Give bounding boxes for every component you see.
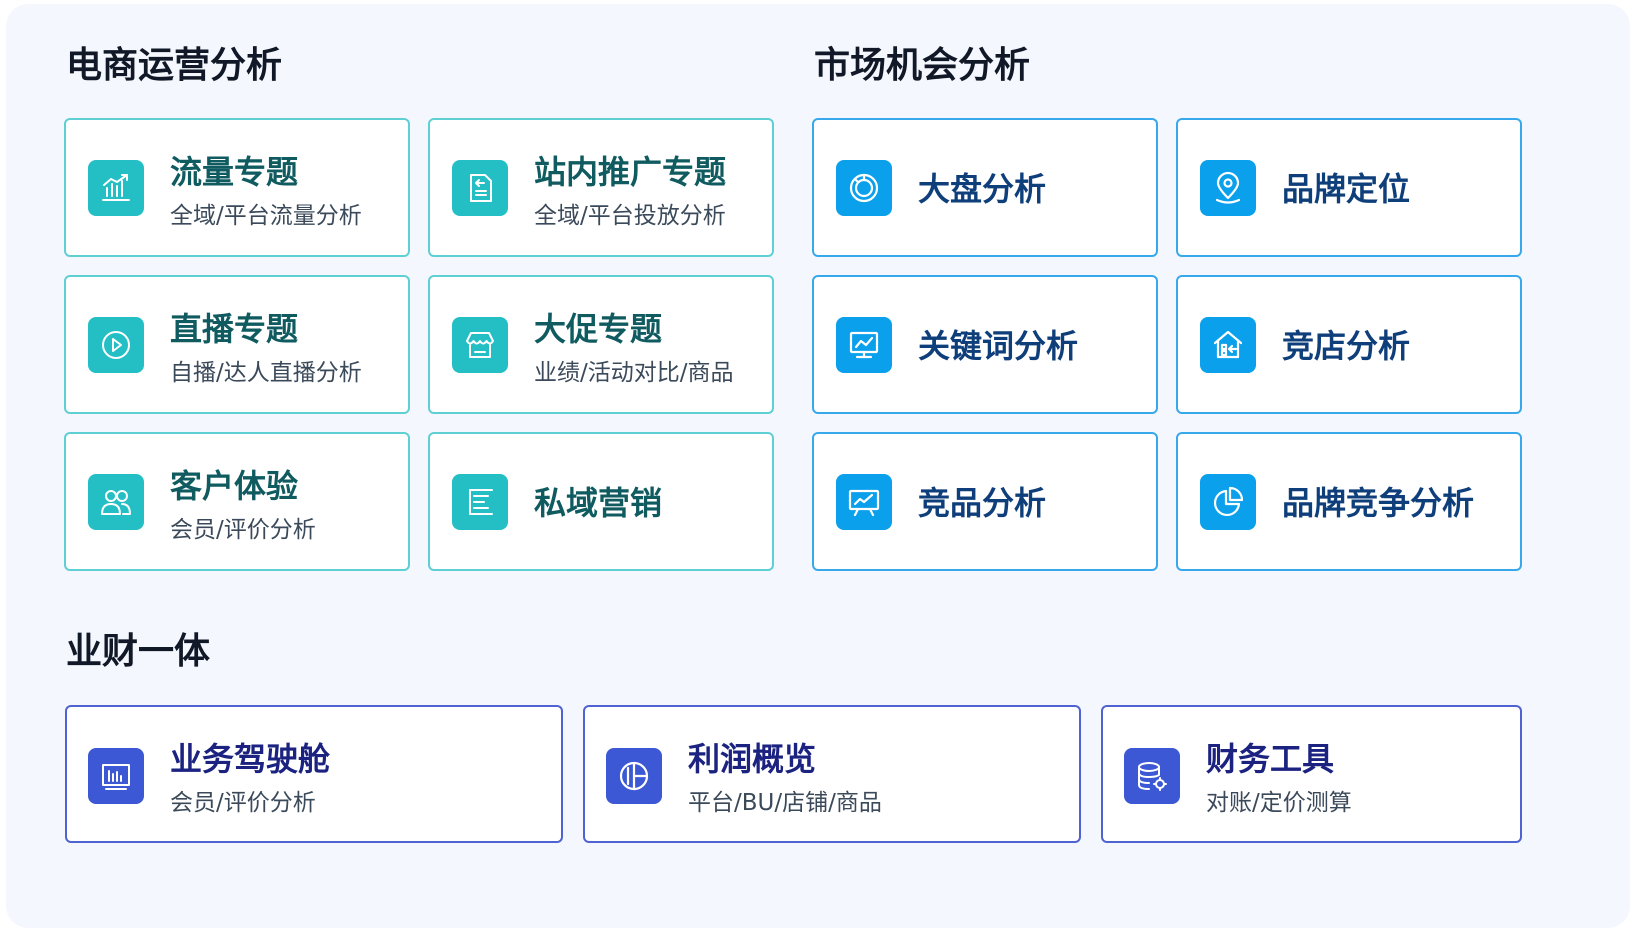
card-title: 竞店分析 <box>1282 327 1411 365</box>
play-icon <box>88 317 144 373</box>
card-title: 直播专题 <box>170 310 299 348</box>
card-traffic-topic[interactable]: 流量专题 全域/平台流量分析 <box>64 118 410 257</box>
section-title-market: 市场机会分析 <box>814 45 1031 86</box>
database-gear-icon <box>1124 748 1180 804</box>
location-pin-icon <box>1200 160 1256 216</box>
bar-chart-icon <box>88 160 144 216</box>
card-subtitle: 全域/平台流量分析 <box>170 203 362 229</box>
card-subtitle: 全域/平台投放分析 <box>534 203 726 229</box>
card-customer-experience[interactable]: 客户体验 会员/评价分析 <box>64 432 410 571</box>
card-title: 流量专题 <box>170 153 299 191</box>
card-private-marketing[interactable]: 私域营销 <box>428 432 774 571</box>
analysis-menu-panel: 电商运营分析 流量专题 全域/平台流量分析 站内推广专题 全域/平台投放分析 直… <box>6 4 1630 928</box>
card-title: 关键词分析 <box>918 327 1079 365</box>
pie-chart-icon <box>1200 474 1256 530</box>
section-title-ecommerce: 电商运营分析 <box>66 45 283 86</box>
section-title-finance: 业财一体 <box>66 631 211 672</box>
card-profit-overview[interactable]: 利润概览 平台/BU/店铺/商品 <box>583 705 1081 843</box>
card-subtitle: 业绩/活动对比/商品 <box>534 360 734 386</box>
dashboard-icon <box>88 748 144 804</box>
card-title: 大盘分析 <box>918 170 1047 208</box>
card-title: 大促专题 <box>534 310 663 348</box>
card-title: 财务工具 <box>1206 740 1335 778</box>
card-finance-tools[interactable]: 财务工具 对账/定价测算 <box>1101 705 1522 843</box>
list-icon <box>452 474 508 530</box>
card-title: 品牌定位 <box>1282 170 1411 208</box>
shop-house-icon <box>1200 317 1256 373</box>
pie-segment-icon <box>606 748 662 804</box>
users-icon <box>88 474 144 530</box>
card-subtitle: 对账/定价测算 <box>1206 790 1352 816</box>
card-title: 客户体验 <box>170 467 299 505</box>
card-onsite-promotion[interactable]: 站内推广专题 全域/平台投放分析 <box>428 118 774 257</box>
card-big-promotion[interactable]: 大促专题 业绩/活动对比/商品 <box>428 275 774 414</box>
card-title: 利润概览 <box>688 740 817 778</box>
card-brand-competition[interactable]: 品牌竞争分析 <box>1176 432 1522 571</box>
card-title: 竞品分析 <box>918 484 1047 522</box>
card-subtitle: 平台/BU/店铺/商品 <box>688 790 882 816</box>
monitor-chart-icon <box>836 317 892 373</box>
card-title: 私域营销 <box>534 484 663 522</box>
card-subtitle: 自播/达人直播分析 <box>170 360 362 386</box>
card-keyword-analysis[interactable]: 关键词分析 <box>812 275 1158 414</box>
presentation-board-icon <box>836 474 892 530</box>
card-competitor-product[interactable]: 竞品分析 <box>812 432 1158 571</box>
card-competitor-store[interactable]: 竞店分析 <box>1176 275 1522 414</box>
card-business-cockpit[interactable]: 业务驾驶舱 会员/评价分析 <box>65 705 563 843</box>
card-title: 业务驾驶舱 <box>170 740 331 778</box>
card-title: 品牌竞争分析 <box>1282 484 1475 522</box>
card-subtitle: 会员/评价分析 <box>170 790 316 816</box>
card-brand-positioning[interactable]: 品牌定位 <box>1176 118 1522 257</box>
card-market-overview[interactable]: 大盘分析 <box>812 118 1158 257</box>
card-title: 站内推广专题 <box>534 153 727 191</box>
card-livestream-topic[interactable]: 直播专题 自播/达人直播分析 <box>64 275 410 414</box>
storefront-icon <box>452 317 508 373</box>
document-icon <box>452 160 508 216</box>
card-subtitle: 会员/评价分析 <box>170 517 316 543</box>
ring-chart-icon <box>836 160 892 216</box>
